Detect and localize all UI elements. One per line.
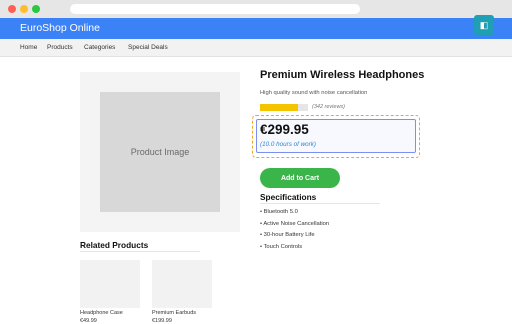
- specifications-list: • Bluetooth 5.0 • Active Noise Cancellat…: [260, 209, 329, 255]
- nav-bar: Home Products Categories Special Deals: [0, 39, 512, 57]
- product-title: Premium Wireless Headphones: [260, 69, 425, 81]
- product-image: Product Image: [80, 72, 240, 232]
- related-product-thumbnail[interactable]: [152, 260, 212, 308]
- window-controls: [8, 5, 40, 13]
- app-header: EuroShop Online: [0, 18, 512, 39]
- nav-item-home[interactable]: Home: [20, 44, 37, 51]
- spec-item: • Touch Controls: [260, 243, 303, 250]
- spec-item: • Active Noise Cancellation: [260, 220, 330, 227]
- rating-bar: [260, 104, 308, 111]
- nav-item-products[interactable]: Products: [47, 44, 73, 51]
- address-bar[interactable]: [70, 4, 360, 14]
- browser-chrome: [0, 0, 512, 18]
- spec-item: • 30-hour Battery Life: [260, 232, 315, 238]
- work-hours-equivalent: (10.0 hours of work): [260, 141, 316, 148]
- close-window-icon[interactable]: [8, 5, 16, 13]
- related-product-price: €199.99: [152, 318, 172, 324]
- extension-icon[interactable]: ◧: [474, 15, 494, 35]
- maximize-window-icon[interactable]: [32, 5, 40, 13]
- rating-fill: [260, 104, 299, 111]
- site-title[interactable]: EuroShop Online: [20, 22, 100, 34]
- related-products-heading: Related Products: [80, 240, 149, 250]
- related-products-divider: [80, 251, 200, 252]
- product-image-label: Product Image: [130, 147, 190, 157]
- specifications-divider: [260, 203, 380, 204]
- related-product-thumbnail[interactable]: [80, 260, 140, 308]
- price: €299.95: [260, 122, 309, 137]
- related-product-card[interactable]: Premium Earbuds €199.99: [152, 260, 212, 324]
- spec-item: • Bluetooth 5.0: [260, 209, 298, 215]
- nav-item-special-deals[interactable]: Special Deals: [128, 44, 168, 51]
- product-subtitle: High quality sound with noise cancellati…: [260, 90, 368, 96]
- related-product-name[interactable]: Premium Earbuds: [152, 310, 212, 316]
- related-product-card[interactable]: Headphone Case €49.99: [80, 260, 140, 324]
- specifications-heading: Specifications: [260, 192, 317, 202]
- nav-item-categories[interactable]: Categories: [84, 44, 115, 51]
- related-product-name[interactable]: Headphone Case: [80, 310, 140, 316]
- product-image-placeholder: Product Image: [100, 92, 220, 212]
- add-to-cart-button[interactable]: Add to Cart: [260, 168, 340, 188]
- minimize-window-icon[interactable]: [20, 5, 28, 13]
- related-product-price: €49.99: [80, 318, 97, 324]
- review-count: (342 reviews): [312, 104, 346, 110]
